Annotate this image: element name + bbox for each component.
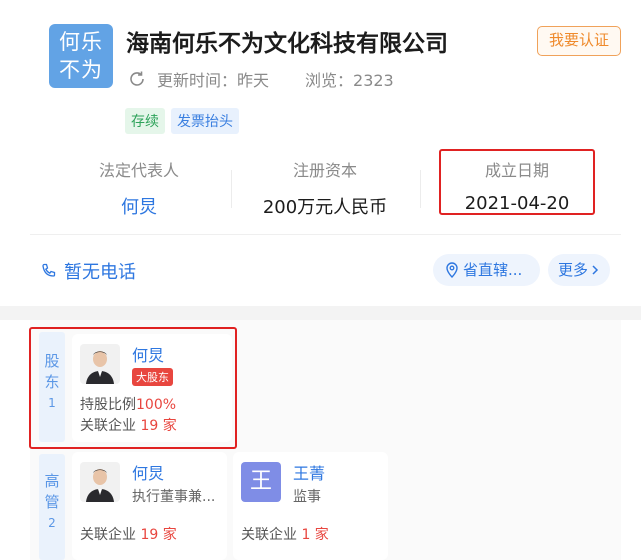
refresh-icon bbox=[130, 71, 144, 86]
executive-card[interactable]: 王 王菁 监事 关联企业 1 家 bbox=[233, 452, 388, 560]
related-label: 关联企业 bbox=[80, 527, 136, 543]
status-tag: 存续 bbox=[125, 108, 165, 134]
legal-rep: 法定代表人 何炅 bbox=[84, 157, 194, 219]
region-button[interactable]: 省直辖... bbox=[433, 254, 540, 286]
company-name: 海南何乐不为文化科技有限公司 bbox=[126, 31, 448, 57]
updated-time: 更新时间：昨天 bbox=[157, 71, 270, 90]
divider bbox=[420, 170, 421, 208]
related-value: 1 家 bbox=[301, 527, 329, 543]
side-char: 高 bbox=[44, 472, 60, 490]
related-companies[interactable]: 关联企业 19 家 bbox=[80, 524, 177, 544]
executives-side-label[interactable]: 高 管 2 bbox=[39, 454, 65, 560]
related-value: 19 家 bbox=[140, 527, 177, 543]
claim-button[interactable]: 我要认证 bbox=[537, 26, 621, 56]
shareholder-highlight bbox=[29, 327, 237, 449]
company-logo: 何乐 不为 bbox=[49, 24, 113, 88]
section-gap bbox=[0, 306, 641, 320]
more-text: 更多 bbox=[557, 261, 588, 279]
invoice-tag[interactable]: 发票抬头 bbox=[171, 108, 239, 134]
executive-name[interactable]: 何炅 bbox=[132, 460, 164, 484]
capital-label: 注册资本 bbox=[292, 161, 357, 180]
phone-icon bbox=[42, 263, 56, 277]
related-companies[interactable]: 关联企业 1 家 bbox=[241, 524, 329, 544]
executive-card[interactable]: 何炅 执行董事兼... 关联企业 19 家 bbox=[72, 452, 227, 560]
divider bbox=[231, 170, 232, 208]
view-count: 浏览：2323 bbox=[305, 71, 394, 90]
logo-line-1: 何乐 bbox=[59, 30, 103, 54]
status-tags: 存续 发票抬头 bbox=[125, 108, 239, 134]
more-button[interactable]: 更多 bbox=[548, 254, 610, 286]
executive-role: 监事 bbox=[293, 489, 321, 505]
meta-row: 更新时间：昨天 浏览：2323 bbox=[127, 67, 394, 91]
logo-line-2: 不为 bbox=[59, 58, 103, 82]
legal-rep-value[interactable]: 何炅 bbox=[84, 193, 194, 219]
phone-text: 暂无电话 bbox=[64, 262, 136, 283]
executive-count: 2 bbox=[48, 516, 56, 530]
side-char: 管 bbox=[44, 493, 60, 511]
executive-name[interactable]: 王菁 bbox=[293, 460, 325, 484]
chevron-right-icon bbox=[592, 265, 599, 275]
phone-link[interactable]: 暂无电话 bbox=[40, 258, 136, 284]
related-label: 关联企业 bbox=[241, 527, 297, 543]
region-text: 省直辖... bbox=[463, 261, 523, 279]
founded-date-highlight bbox=[439, 149, 595, 215]
legal-rep-label: 法定代表人 bbox=[98, 161, 179, 180]
executive-role: 执行董事兼... bbox=[132, 489, 216, 505]
capital-value: 200万元人民币 bbox=[262, 197, 388, 218]
person-photo-icon bbox=[80, 462, 120, 502]
avatar bbox=[80, 462, 120, 502]
separator bbox=[30, 234, 621, 235]
location-pin-icon bbox=[446, 262, 458, 278]
avatar: 王 bbox=[241, 462, 281, 502]
registered-capital: 注册资本 200万元人民币 bbox=[255, 157, 395, 219]
